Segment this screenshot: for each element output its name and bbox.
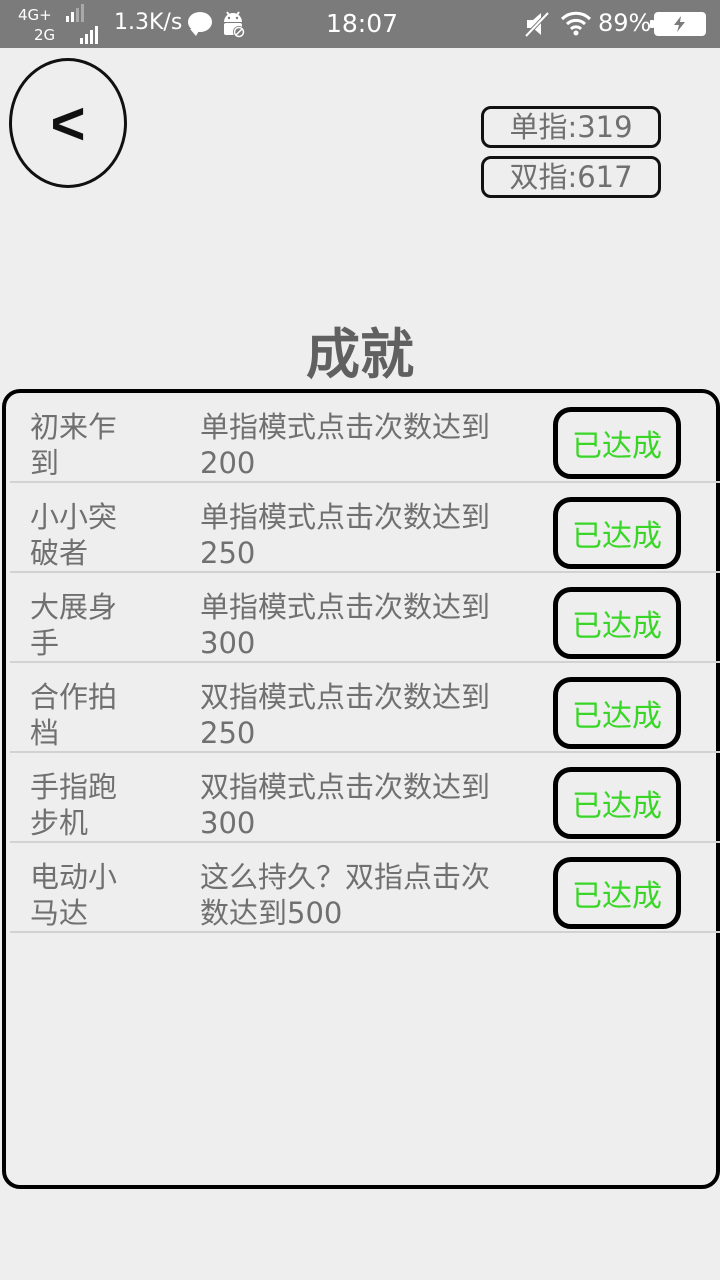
achievement-status-badge: 已达成 [553, 407, 681, 479]
achievement-row: 电动小马达 这么持久？双指点击次数达到500 已达成 [10, 843, 720, 933]
achievement-description: 单指模式点击次数达到300 [200, 590, 491, 660]
achievement-name: 手指跑步机 [30, 770, 118, 840]
achievement-status-badge: 已达成 [553, 857, 681, 929]
achievement-status-badge: 已达成 [553, 677, 681, 749]
double-finger-count: 双指:617 [481, 156, 661, 198]
achievement-row: 大展身手 单指模式点击次数达到300 已达成 [10, 573, 720, 663]
achievement-name: 合作拍档 [30, 680, 118, 750]
achievement-row: 手指跑步机 双指模式点击次数达到300 已达成 [10, 753, 720, 843]
network-type-primary: 4G+ [18, 6, 52, 24]
achievement-description: 双指模式点击次数达到250 [200, 680, 491, 750]
android-debug-icon [224, 11, 245, 38]
achievement-row: 合作拍档 双指模式点击次数达到250 已达成 [10, 663, 720, 753]
clock: 18:07 [326, 9, 399, 38]
achievement-row: 初来乍到 单指模式点击次数达到200 已达成 [10, 393, 720, 483]
single-finger-count: 单指:319 [481, 106, 661, 148]
back-button[interactable]: < [9, 58, 127, 188]
wifi-icon [560, 11, 592, 36]
achievement-description: 单指模式点击次数达到250 [200, 500, 491, 570]
battery-percentage: 89% [598, 9, 652, 37]
achievement-status-badge: 已达成 [553, 497, 681, 569]
page-title: 成就 [306, 323, 414, 386]
mute-icon [524, 11, 550, 38]
status-bar: 4G+ 2G 1.3K/s 18:07 89% [0, 0, 720, 48]
achievement-description: 双指模式点击次数达到300 [200, 770, 491, 840]
achievement-status-badge: 已达成 [553, 587, 681, 659]
battery-charging-icon [650, 12, 706, 36]
network-type-secondary: 2G [34, 26, 56, 44]
achievement-row: 小小突破者 单指模式点击次数达到250 已达成 [10, 483, 720, 573]
achievement-name: 初来乍到 [30, 410, 118, 480]
achievement-name: 小小突破者 [30, 500, 118, 570]
achievement-name: 电动小马达 [30, 860, 118, 930]
achievement-name: 大展身手 [30, 590, 118, 660]
achievement-description: 这么持久？双指点击次数达到500 [200, 860, 491, 930]
message-icon [188, 12, 212, 36]
achievement-list[interactable]: 初来乍到 单指模式点击次数达到200 已达成 小小突破者 单指模式点击次数达到2… [2, 389, 720, 1189]
signal-strength-icon [66, 4, 84, 22]
network-speed: 1.3K/s [114, 10, 183, 35]
signal-strength-icon [80, 26, 98, 44]
achievement-status-badge: 已达成 [553, 767, 681, 839]
achievement-description: 单指模式点击次数达到200 [200, 410, 491, 480]
